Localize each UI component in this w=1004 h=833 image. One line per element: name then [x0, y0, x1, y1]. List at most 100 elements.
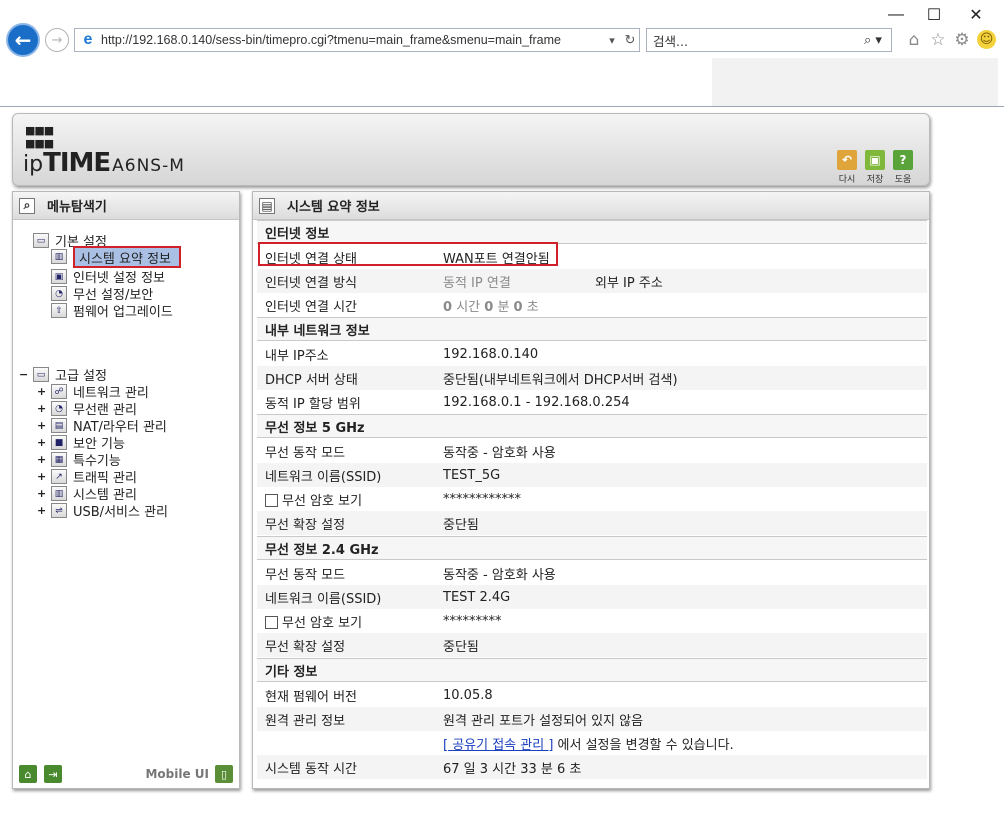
folder-plus-icon: ▭ [33, 367, 49, 382]
expand-icon[interactable]: + [37, 487, 47, 500]
expand-icon[interactable]: + [37, 402, 47, 415]
section-wifi-24ghz: 무선 정보 2.4 GHz [257, 536, 927, 560]
section-internet: 인터넷 정보 [257, 220, 927, 244]
row-dhcp: DHCP 서버 상태 중단됨(내부네트워크에서 DHCP서버 검색) [257, 366, 927, 390]
router-icon: ▤ [51, 418, 67, 433]
row-wifi5-extension: 무선 확장 설정 중단됨 [257, 511, 927, 535]
home-icon[interactable]: ⌂ [903, 29, 925, 51]
row-remote-manage: 원격 관리 정보 원격 관리 포트가 설정되어 있지 않음 [257, 707, 927, 731]
row-wifi5-mode: 무선 동작 모드 동작중 - 암호화 사용 [265, 445, 556, 461]
address-bar[interactable]: e http://192.168.0.140/sess-bin/timepro.… [74, 28, 640, 52]
arrow-left-icon: ← [14, 28, 32, 52]
bar-chart-icon: ▥ [51, 486, 67, 501]
mobile-ui-link[interactable]: Mobile UI ▯ [145, 765, 233, 783]
refresh-icon[interactable]: ↻ [621, 32, 639, 48]
tree-item-special[interactable]: + ▦ 특수기능 [37, 451, 121, 469]
router-access-manage-link[interactable]: [ 공유기 접속 관리 ] [443, 738, 553, 753]
row-wifi5-ssid: 네트워크 이름(SSID) TEST_5G [257, 463, 927, 487]
show-password-checkbox[interactable] [265, 493, 278, 507]
page-title: 시스템 요약 정보 [287, 200, 380, 215]
undo-icon: ↶ [837, 150, 857, 170]
ie-page-icon: e [83, 31, 93, 48]
address-dropdown-icon[interactable]: ▾ [603, 34, 621, 47]
undo-button[interactable]: ↶ 다시 [836, 150, 858, 185]
tree-item-system-manage[interactable]: + ▥ 시스템 관리 [37, 485, 137, 503]
row-internet-time: 인터넷 연결 시간 0 시간 0 분 0 초 [265, 299, 539, 315]
row-dhcp-range: 동적 IP 할당 범위 192.168.0.1 - 192.168.0.254 [265, 394, 630, 412]
row-wifi24-extension: 무선 확장 설정 중단됨 [257, 633, 927, 657]
maximize-button[interactable]: ☐ [914, 4, 954, 26]
folder-icon: ▭ [33, 233, 49, 248]
wireless-icon: ◔ [51, 401, 67, 416]
iptime-logo: ipTIME A6NS-M [23, 148, 185, 178]
tree-item-traffic[interactable]: + ↗ 트래픽 관리 [37, 468, 137, 486]
browser-chrome: — ☐ ✕ ← → e http://192.168.0.140/sess-bi… [0, 0, 1004, 107]
tree-item-security[interactable]: + ■ 보안 기능 [37, 434, 125, 452]
save-button[interactable]: ▣ 저장 [864, 150, 886, 185]
tree-item-internet-settings[interactable]: ▣ 인터넷 설정 정보 [51, 268, 165, 286]
tree-item-firmware-upgrade[interactable]: ⇧ 펌웨어 업그레이드 [51, 302, 173, 320]
search-box[interactable]: 검색... ⌕ ▾ [646, 28, 892, 52]
row-remote-note: [ 공유기 접속 관리 ] 에서 설정을 변경할 수 있습니다. [443, 737, 734, 753]
home-icon[interactable]: ⌂ [19, 765, 37, 783]
section-etc: 기타 정보 [257, 658, 927, 682]
highlight-box [258, 242, 558, 266]
minimize-button[interactable]: — [876, 4, 916, 26]
show-password-checkbox[interactable] [265, 615, 278, 629]
logout-icon[interactable]: ⇥ [44, 765, 62, 783]
special-icon: ▦ [51, 452, 67, 467]
traffic-graph-icon: ↗ [51, 469, 67, 484]
close-window-button[interactable]: ✕ [956, 4, 996, 26]
tree-item-wireless-security[interactable]: ◔ 무선 설정/보안 [51, 285, 153, 303]
tree-item-wlan-manage[interactable]: + ◔ 무선랜 관리 [37, 400, 137, 418]
menu-explorer-title: 메뉴탐색기 [47, 200, 107, 215]
help-icon: ? [893, 150, 913, 170]
address-url[interactable]: http://192.168.0.140/sess-bin/timepro.cg… [101, 33, 603, 47]
save-icon: ▣ [865, 150, 885, 170]
magnifier-icon: ⌕ [19, 197, 35, 214]
row-lan-ip: 내부 IP주소 192.168.0.140 [265, 346, 539, 364]
row-internet-method: 인터넷 연결 방식 동적 IP 연결 외부 IP 주소 [257, 269, 927, 293]
bar-chart-icon: ▥ [51, 249, 67, 264]
row-wifi24-password: 무선 암호 보기 ********* [257, 609, 927, 633]
page-header: ■■■ ■■■ ipTIME A6NS-M ↶ 다시 ▣ 저장 ? 도움 [12, 113, 930, 186]
arrow-right-icon: → [51, 32, 63, 48]
section-lan: 내부 네트워크 정보 [257, 317, 927, 341]
search-input[interactable]: 검색... [653, 31, 688, 50]
tree-item-system-summary[interactable]: ▥ 시스템 요약 정보 [51, 245, 181, 268]
expand-icon[interactable]: + [37, 436, 47, 449]
feedback-smiley-icon[interactable]: ☺ [977, 30, 996, 49]
collapse-icon[interactable]: − [19, 368, 29, 381]
tree-item-network-manage[interactable]: + ☍ 네트워크 관리 [37, 383, 149, 401]
tree-item-nat-router[interactable]: + ▤ NAT/라우터 관리 [37, 417, 167, 435]
mobile-phone-icon: ▯ [215, 765, 233, 783]
row-wifi24-mode: 무선 동작 모드 동작중 - 암호화 사용 [265, 567, 556, 583]
usb-icon: ⇌ [51, 503, 67, 518]
expand-icon[interactable]: + [37, 470, 47, 483]
gear-icon[interactable]: ⚙ [951, 29, 973, 51]
section-wifi-5ghz: 무선 정보 5 GHz [257, 414, 927, 438]
menu-grid-icon[interactable]: ■■■ ■■■ [25, 124, 54, 150]
row-uptime: 시스템 동작 시간 67 일 3 시간 33 분 6 초 [257, 755, 927, 779]
row-firmware-version: 현재 펌웨어 버전 10.05.8 [265, 687, 493, 705]
expand-icon[interactable]: + [37, 504, 47, 517]
tab-strip [712, 58, 998, 106]
router-admin-page: ■■■ ■■■ ipTIME A6NS-M ↶ 다시 ▣ 저장 ? 도움 ⌕ 메뉴탐… [0, 108, 1004, 833]
search-icon[interactable]: ⌕ ▾ [855, 33, 891, 48]
monitor-icon: ▣ [51, 269, 67, 284]
expand-icon[interactable]: + [37, 385, 47, 398]
forward-button[interactable]: → [45, 28, 69, 52]
window-icon: ▤ [259, 197, 275, 214]
back-button[interactable]: ← [6, 23, 40, 57]
lock-icon: ■ [51, 435, 67, 450]
menu-explorer-panel: ⌕ 메뉴탐색기 ▭ 기본 설정 ▥ 시스템 요약 정보 ▣ 인터넷 설정 정보 … [12, 191, 240, 789]
expand-icon[interactable]: + [37, 419, 47, 432]
expand-icon[interactable]: + [37, 453, 47, 466]
help-button[interactable]: ? 도움 [892, 150, 914, 185]
favorites-star-icon[interactable]: ☆ [927, 29, 949, 51]
selected-menu-item[interactable]: 시스템 요약 정보 [73, 245, 181, 268]
menu-explorer-header: ⌕ 메뉴탐색기 [13, 192, 239, 220]
tree-item-usb-service[interactable]: + ⇌ USB/서비스 관리 [37, 502, 168, 520]
tree-advanced-settings[interactable]: − ▭ 고급 설정 [19, 366, 107, 384]
system-summary-panel: ▤ 시스템 요약 정보 인터넷 정보 인터넷 연결 상태 WAN포트 연결안됨 … [252, 191, 930, 789]
